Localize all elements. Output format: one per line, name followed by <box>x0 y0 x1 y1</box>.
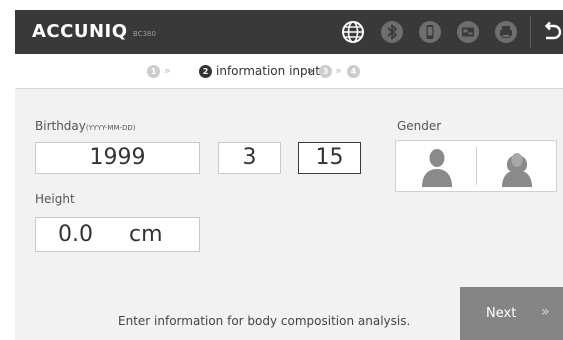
next-button[interactable]: Next » <box>460 287 563 340</box>
step-separator: » <box>307 64 314 77</box>
gender-label: Gender <box>397 119 442 133</box>
male-icon[interactable] <box>420 147 454 191</box>
birthday-label: Birthday(YYYY-MM-DD) <box>35 118 136 136</box>
birth-year-field[interactable]: 1999 <box>35 142 200 174</box>
birth-day-field[interactable]: 15 <box>298 142 361 174</box>
brand-logo: ACCUNIQ <box>32 21 128 42</box>
phone-icon[interactable] <box>418 20 442 44</box>
next-button-label: Next <box>486 306 517 321</box>
top-bar: ACCUNIQ BC380 <box>15 10 563 54</box>
current-step-label: information input <box>216 64 320 78</box>
instruction-text: Enter information for body composition a… <box>118 314 411 328</box>
back-icon[interactable] <box>539 20 563 44</box>
height-unit: cm <box>129 222 163 247</box>
step-indicator: 1 » 2 information input » 3 » 4 <box>15 54 563 89</box>
double-chevron-right-icon: » <box>541 304 550 320</box>
birth-month-field[interactable]: 3 <box>218 142 281 174</box>
printer-icon[interactable] <box>494 20 518 44</box>
globe-icon[interactable] <box>341 20 365 44</box>
step-separator: » <box>164 64 171 77</box>
height-label: Height <box>35 192 75 206</box>
step-4-indicator: 4 <box>347 65 360 78</box>
female-icon[interactable] <box>500 147 534 191</box>
model-label: BC380 <box>133 30 156 38</box>
birthday-format-hint: (YYYY-MM-DD) <box>85 124 136 132</box>
bluetooth-icon[interactable] <box>380 20 404 44</box>
gender-selector <box>395 140 557 192</box>
height-field[interactable]: 0.0 cm <box>35 217 200 252</box>
step-2-indicator: 2 <box>199 65 212 78</box>
step-3-indicator: 3 <box>319 65 332 78</box>
birthday-label-text: Birthday <box>35 119 86 133</box>
height-value: 0.0 <box>58 222 93 247</box>
step-separator: » <box>335 64 342 77</box>
card-reader-icon[interactable] <box>456 20 480 44</box>
step-1-indicator: 1 <box>147 65 160 78</box>
gender-divider <box>476 147 477 185</box>
topbar-divider <box>530 16 531 48</box>
